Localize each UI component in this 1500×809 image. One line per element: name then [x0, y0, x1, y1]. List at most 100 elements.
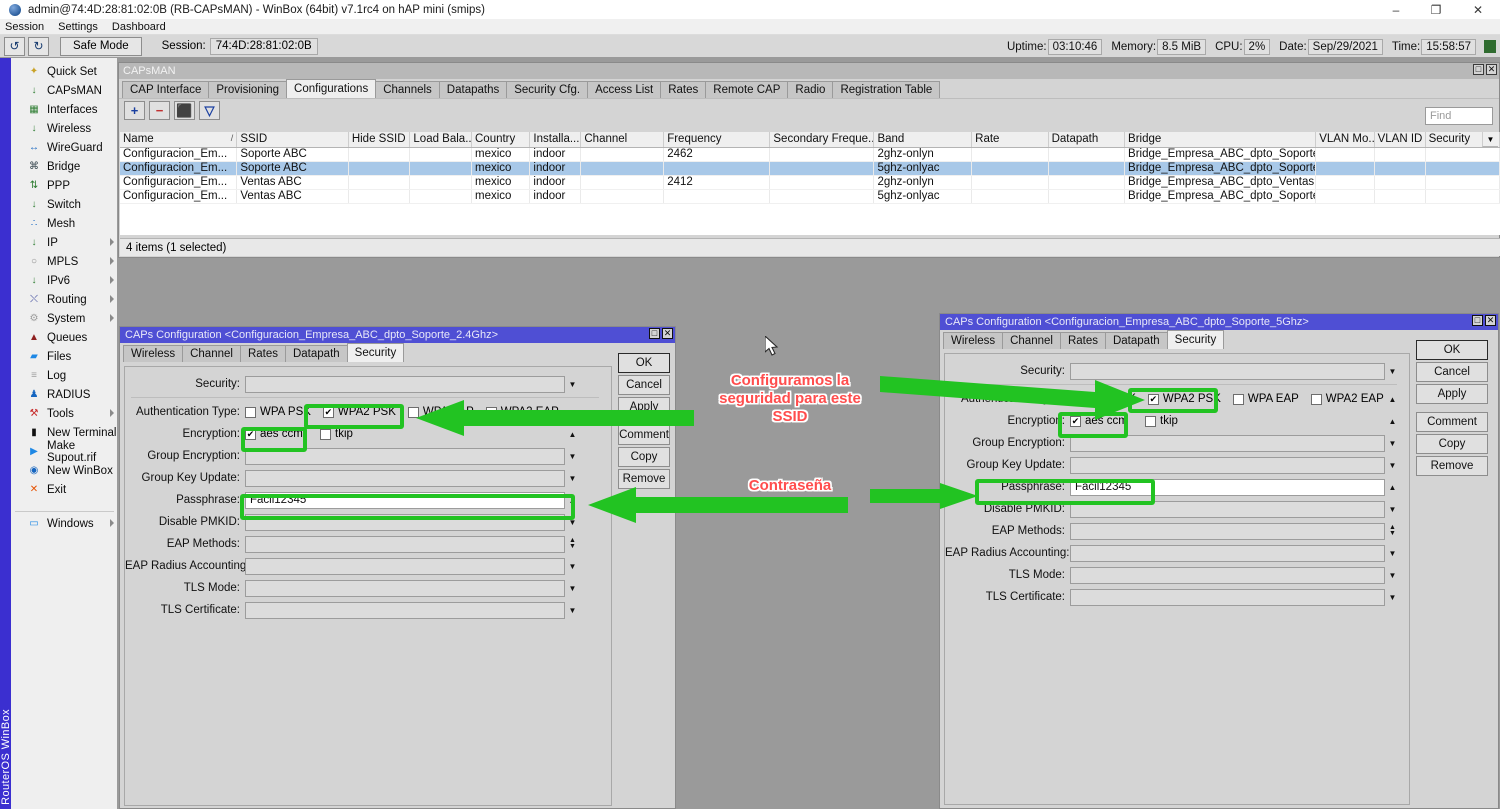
dlg-5ghz-apply-button[interactable]: Apply	[1416, 384, 1488, 404]
sidebar-item-make-supout-rif[interactable]: ▶Make Supout.rif	[11, 442, 118, 461]
column-header[interactable]: VLAN ID	[1374, 132, 1425, 147]
close-button[interactable]: ✕	[1456, 0, 1500, 19]
dialog-2ghz-window-controls[interactable]: □ ✕	[649, 328, 673, 339]
checkbox-icon[interactable]: ✔	[1148, 394, 1159, 405]
minimize-button[interactable]: –	[1376, 0, 1416, 19]
dlg-5ghz-eap-radius-accounting-input[interactable]	[1070, 545, 1385, 562]
dlg-2ghz-checkbox-wpa2-psk[interactable]: ✔WPA2 PSK	[323, 406, 396, 418]
dlg-2ghz-authentication-type-expand-up-icon[interactable]: ▲	[565, 404, 580, 421]
dlg-2ghz-checkbox-tkip[interactable]: tkip	[320, 428, 370, 440]
column-header[interactable]: Secondary Freque...	[770, 132, 874, 147]
table-row[interactable]: Configuracion_Em...Ventas ABCmexicoindoo…	[120, 175, 1500, 189]
dlg-2ghz-eap-methods-input[interactable]	[245, 536, 565, 553]
dlg-2ghz-group-key-update-dropdown-icon[interactable]: ▼	[565, 470, 580, 487]
sidebar-item-routing[interactable]: ⤬Routing	[11, 290, 118, 309]
dlg-5ghz-tab-datapath[interactable]: Datapath	[1105, 332, 1168, 349]
checkbox-icon[interactable]	[1070, 394, 1081, 405]
dlg-2ghz-tab-rates[interactable]: Rates	[240, 345, 286, 362]
sidebar-item-system[interactable]: ⚙System	[11, 309, 118, 328]
menu-item-session[interactable]: Session	[5, 21, 44, 33]
dlg-2ghz-apply-button[interactable]: Apply	[618, 397, 670, 417]
dlg-5ghz-comment-button[interactable]: Comment	[1416, 412, 1488, 432]
checkbox-icon[interactable]: ✔	[245, 429, 256, 440]
dlg-5ghz-cancel-button[interactable]: Cancel	[1416, 362, 1488, 382]
dlg-2ghz-tls-mode-dropdown-icon[interactable]: ▼	[565, 580, 580, 597]
dlg-5ghz-tab-channel[interactable]: Channel	[1002, 332, 1061, 349]
dialog-2ghz-close-icon[interactable]: ✕	[662, 328, 673, 339]
session-value[interactable]: 74:4D:28:81:02:0B	[210, 38, 318, 55]
sidebar-item-queues[interactable]: ▲Queues	[11, 328, 118, 347]
dlg-5ghz-ok-button[interactable]: OK	[1416, 340, 1488, 360]
capsman-restore-icon[interactable]: □	[1473, 64, 1484, 75]
checkbox-icon[interactable]	[320, 429, 331, 440]
dlg-5ghz-remove-button[interactable]: Remove	[1416, 456, 1488, 476]
filter-button[interactable]: ▽	[199, 101, 220, 120]
sidebar-item-windows[interactable]: ▭Windows	[11, 514, 118, 533]
tab-radio[interactable]: Radio	[787, 81, 833, 98]
find-input[interactable]: Find	[1425, 107, 1493, 125]
dlg-5ghz-checkbox-tkip[interactable]: tkip	[1145, 415, 1195, 427]
tab-configurations[interactable]: Configurations	[286, 79, 376, 98]
dlg-2ghz-ok-button[interactable]: OK	[618, 353, 670, 373]
tab-datapaths[interactable]: Datapaths	[439, 81, 507, 98]
sidebar-item-new-winbox[interactable]: ◉New WinBox	[11, 461, 118, 480]
dlg-2ghz-disable-pmkid-input[interactable]	[245, 514, 565, 531]
column-header[interactable]: Frequency	[664, 132, 770, 147]
dlg-2ghz-remove-button[interactable]: Remove	[618, 469, 670, 489]
checkbox-icon[interactable]	[408, 407, 419, 418]
checkbox-icon[interactable]	[1145, 416, 1156, 427]
dlg-2ghz-tls-certificate-dropdown-icon[interactable]: ▼	[565, 602, 580, 619]
sidebar-item-interfaces[interactable]: ▦Interfaces	[11, 100, 118, 119]
menu-item-settings[interactable]: Settings	[58, 21, 98, 33]
checkbox-icon[interactable]: ✔	[1070, 416, 1081, 427]
dlg-5ghz-group-key-update-input[interactable]	[1070, 457, 1385, 474]
table-row[interactable]: Configuracion_Em...Soporte ABCmexicoindo…	[120, 147, 1500, 161]
dlg-2ghz-passphrase-expand-up-icon[interactable]: ▲	[565, 492, 580, 509]
sidebar-item-wireguard[interactable]: ↔WireGuard	[11, 138, 118, 157]
dlg-2ghz-checkbox-wpa-psk[interactable]: WPA PSK	[245, 406, 311, 418]
sidebar-item-radius[interactable]: ♟RADIUS	[11, 385, 118, 404]
maximize-button[interactable]: ❐	[1416, 0, 1456, 19]
configurations-table-container[interactable]: Name/SSIDHide SSIDLoad Bala...CountryIns…	[120, 132, 1500, 235]
tab-registration-table[interactable]: Registration Table	[832, 81, 940, 98]
tab-remote-cap[interactable]: Remote CAP	[705, 81, 788, 98]
dlg-5ghz-tab-rates[interactable]: Rates	[1060, 332, 1106, 349]
sidebar-item-files[interactable]: ▰Files	[11, 347, 118, 366]
dlg-5ghz-security-input[interactable]	[1070, 363, 1385, 380]
dlg-2ghz-checkbox-wpa-eap[interactable]: WPA EAP	[408, 406, 474, 418]
column-header[interactable]: Hide SSID	[348, 132, 410, 147]
tab-rates[interactable]: Rates	[660, 81, 706, 98]
sidebar-item-ip[interactable]: ↓IP	[11, 233, 118, 252]
sidebar-item-ipv6[interactable]: ↓IPv6	[11, 271, 118, 290]
sidebar-item-log[interactable]: ≡Log	[11, 366, 118, 385]
dlg-5ghz-group-encryption-input[interactable]	[1070, 435, 1385, 452]
dlg-5ghz-tls-certificate-dropdown-icon[interactable]: ▼	[1385, 589, 1400, 606]
dlg-5ghz-tab-wireless[interactable]: Wireless	[943, 332, 1003, 349]
dlg-5ghz-checkbox-wpa2-psk[interactable]: ✔WPA2 PSK	[1148, 393, 1221, 405]
dlg-2ghz-copy-button[interactable]: Copy	[618, 447, 670, 467]
enable-button[interactable]: ⬛	[174, 101, 195, 120]
dlg-5ghz-checkbox-wpa2-eap[interactable]: WPA2 EAP	[1311, 393, 1384, 405]
checkbox-icon[interactable]	[245, 407, 256, 418]
dlg-5ghz-authentication-type-expand-up-icon[interactable]: ▲	[1385, 391, 1400, 408]
dlg-5ghz-tls-mode-input[interactable]	[1070, 567, 1385, 584]
add-button[interactable]: +	[124, 101, 145, 120]
dlg-5ghz-security-dropdown-icon[interactable]: ▼	[1385, 363, 1400, 380]
column-header[interactable]: Rate	[972, 132, 1048, 147]
column-header[interactable]: SSID	[237, 132, 349, 147]
column-header[interactable]: Name/	[120, 132, 237, 147]
dlg-2ghz-comment-button[interactable]: Comment	[618, 425, 670, 445]
dlg-5ghz-encryption-expand-up-icon[interactable]: ▲	[1385, 413, 1400, 430]
checkbox-icon[interactable]	[1311, 394, 1322, 405]
dlg-2ghz-checkbox-aes-ccm[interactable]: ✔aes ccm	[245, 428, 308, 440]
sidebar-item-tools[interactable]: ⚒Tools	[11, 404, 118, 423]
dlg-5ghz-disable-pmkid-input[interactable]	[1070, 501, 1385, 518]
table-row[interactable]: Configuracion_Em...Soporte ABCmexicoindo…	[120, 161, 1500, 175]
dlg-2ghz-tab-channel[interactable]: Channel	[182, 345, 241, 362]
dlg-2ghz-tls-certificate-input[interactable]	[245, 602, 565, 619]
dlg-5ghz-checkbox-wpa-eap[interactable]: WPA EAP	[1233, 393, 1299, 405]
column-header[interactable]: Installa...	[530, 132, 581, 147]
tab-channels[interactable]: Channels	[375, 81, 440, 98]
capsman-window-controls[interactable]: □ ✕	[1473, 64, 1497, 75]
sidebar-item-switch[interactable]: ↓Switch	[11, 195, 118, 214]
